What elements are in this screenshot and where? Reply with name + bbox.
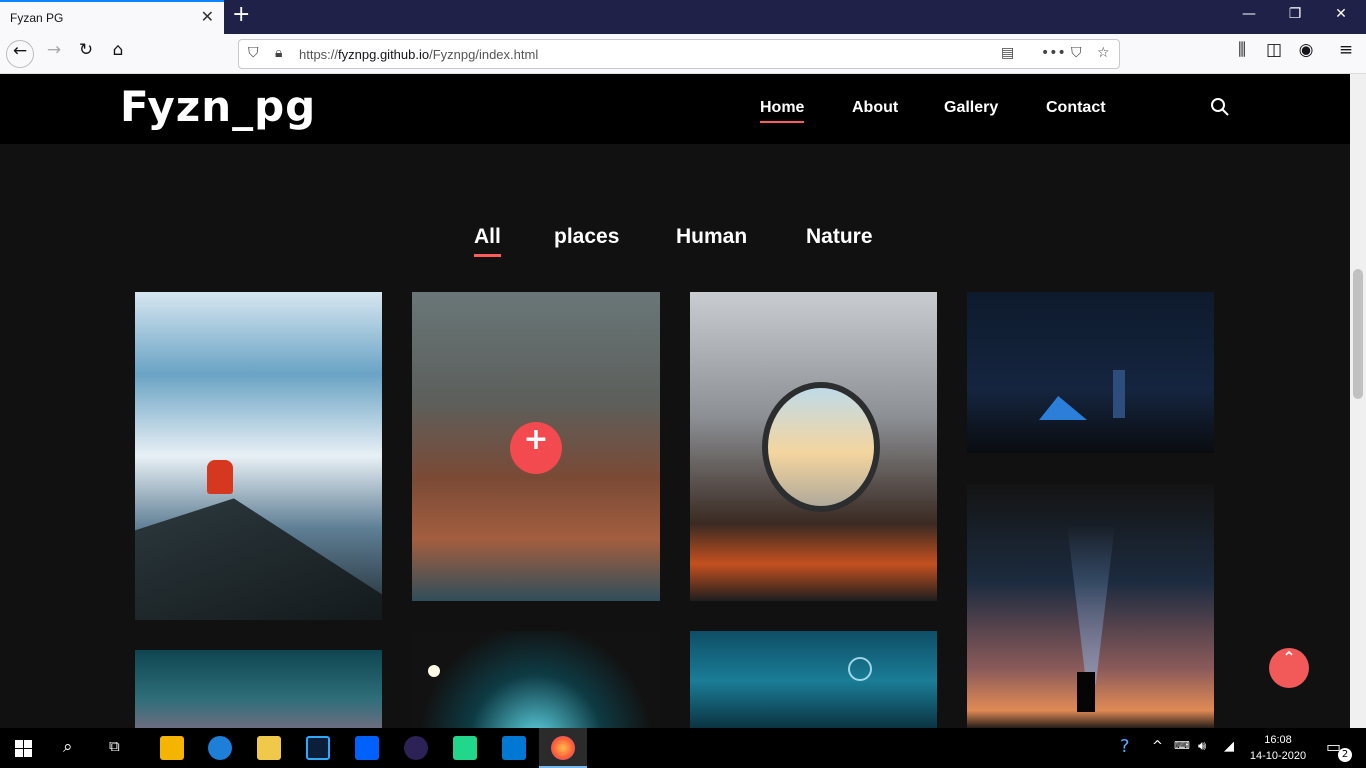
gallery-photo-beam[interactable] bbox=[967, 484, 1214, 728]
light-orb bbox=[428, 665, 440, 677]
close-tab-icon[interactable]: ✕ bbox=[201, 9, 214, 25]
windows-start-icon[interactable] bbox=[15, 740, 32, 757]
site-logo[interactable]: Fyzn_pg bbox=[120, 82, 316, 131]
reader-view-icon[interactable]: ▤ bbox=[1001, 45, 1014, 61]
filter-nature[interactable]: Nature bbox=[806, 225, 873, 249]
search-taskbar-icon[interactable]: ⌕ bbox=[63, 737, 73, 757]
back-arrow-icon[interactable]: ← bbox=[6, 40, 34, 68]
dropbox-icon[interactable] bbox=[355, 736, 379, 760]
filter-human[interactable]: Human bbox=[676, 225, 747, 249]
file-explorer-icon[interactable] bbox=[257, 736, 281, 760]
search-icon[interactable] bbox=[1210, 97, 1230, 117]
light-beam bbox=[1067, 524, 1115, 684]
nav-home[interactable]: Home bbox=[760, 99, 805, 123]
filter-places[interactable]: places bbox=[554, 225, 619, 249]
sidebar-icon[interactable]: ◫ bbox=[1260, 40, 1288, 68]
reload-icon[interactable]: ↻ bbox=[72, 40, 100, 68]
forward-arrow-icon[interactable]: → bbox=[40, 40, 68, 68]
pocket-icon[interactable]: ⛉ bbox=[1071, 45, 1082, 61]
pycharm-icon[interactable] bbox=[453, 736, 477, 760]
close-window-button[interactable]: ✕ bbox=[1318, 6, 1364, 22]
volume-icon[interactable]: 🔊︎ bbox=[1198, 739, 1206, 754]
restore-button[interactable]: ❐ bbox=[1272, 6, 1318, 22]
tent-window bbox=[762, 382, 880, 512]
minimize-button[interactable]: — bbox=[1226, 6, 1272, 22]
browser-tab[interactable]: Fyzan PG ✕ bbox=[0, 0, 224, 34]
menu-icon[interactable]: ≡ bbox=[1332, 40, 1360, 68]
gallery-photo-camping[interactable] bbox=[967, 292, 1214, 453]
clock-date: 14-10-2020 bbox=[1249, 750, 1307, 762]
photoshop-icon[interactable] bbox=[306, 736, 330, 760]
browser-nav-bar: ← → ↻ ⌂ ⛉ 🔒︎ https://fyznpg.github.io/Fy… bbox=[0, 34, 1366, 74]
chevron-up-icon[interactable]: ^ bbox=[1152, 739, 1163, 754]
expand-plus-button[interactable]: + bbox=[510, 422, 562, 474]
tab-title: Fyzan PG bbox=[10, 11, 64, 25]
gallery-photo-rooftop[interactable]: + bbox=[412, 292, 660, 601]
browser-tab-bar: Fyzan PG ✕ + — ❐ ✕ bbox=[0, 0, 1366, 34]
firefox-taskbar-active[interactable] bbox=[539, 728, 587, 768]
address-bar[interactable]: ⛉ 🔒︎ https://fyznpg.github.io/Fyznpg/ind… bbox=[238, 39, 1120, 69]
bookmark-star-icon[interactable]: ☆ bbox=[1097, 45, 1110, 61]
filter-all[interactable]: All bbox=[474, 225, 501, 257]
page-scrollbar[interactable] bbox=[1350, 74, 1366, 728]
ime-icon[interactable]: ⌨ bbox=[1174, 739, 1190, 752]
more-actions-icon[interactable]: ••• bbox=[1041, 45, 1066, 61]
mountain-rock bbox=[135, 498, 382, 620]
blue-tent bbox=[1039, 396, 1087, 420]
gallery-photo-tent[interactable] bbox=[690, 292, 937, 601]
library-icon[interactable]: ⫼ bbox=[1228, 40, 1256, 68]
home-icon[interactable]: ⌂ bbox=[104, 40, 132, 68]
gallery-photo-jellyfish[interactable] bbox=[690, 631, 937, 728]
gallery-photo-mountain[interactable] bbox=[135, 292, 382, 620]
gallery-photo-sky[interactable] bbox=[135, 650, 382, 728]
clock-time: 16:08 bbox=[1264, 734, 1292, 746]
system-clock[interactable]: 16:08 14-10-2020 bbox=[1248, 732, 1308, 764]
silhouette-figure bbox=[1077, 672, 1095, 712]
scroll-to-top-button[interactable]: ⌃ bbox=[1269, 648, 1309, 688]
store-icon[interactable] bbox=[160, 736, 184, 760]
firefox-icon[interactable] bbox=[551, 736, 575, 760]
network-icon[interactable]: ◢ bbox=[1224, 739, 1234, 754]
task-view-icon[interactable]: ⧉ bbox=[109, 737, 120, 755]
lock-icon[interactable]: 🔒︎ bbox=[275, 45, 282, 61]
nav-contact[interactable]: Contact bbox=[1046, 99, 1106, 117]
url-text[interactable]: https://fyznpg.github.io/Fyznpg/index.ht… bbox=[299, 47, 538, 62]
standing-person bbox=[1113, 370, 1125, 418]
windows-taskbar: ⌕ ⧉ ? ^ ⌨ 🔊︎ ◢ 16:08 14-10-2020 ▭ 2 bbox=[0, 728, 1366, 768]
jellyfish-glow bbox=[848, 657, 872, 681]
nav-gallery[interactable]: Gallery bbox=[944, 99, 998, 117]
account-icon[interactable]: ◉ bbox=[1292, 40, 1320, 68]
nav-about[interactable]: About bbox=[852, 99, 898, 117]
notification-count-badge: 2 bbox=[1338, 748, 1352, 762]
new-tab-button[interactable]: + bbox=[232, 4, 250, 26]
gallery-photo-lights[interactable] bbox=[412, 631, 660, 728]
edge-icon[interactable] bbox=[208, 736, 232, 760]
site-header: Fyzn_pg Home About Gallery Contact bbox=[0, 74, 1350, 144]
web-page: Fyzn_pg Home About Gallery Contact All p… bbox=[0, 74, 1350, 728]
eclipse-icon[interactable] bbox=[404, 736, 428, 760]
hiker-figure bbox=[207, 460, 233, 494]
vscode-icon[interactable] bbox=[502, 736, 526, 760]
help-icon[interactable]: ? bbox=[1120, 736, 1130, 757]
scrollbar-thumb[interactable] bbox=[1353, 269, 1363, 399]
shield-icon[interactable]: ⛉ bbox=[248, 45, 259, 61]
